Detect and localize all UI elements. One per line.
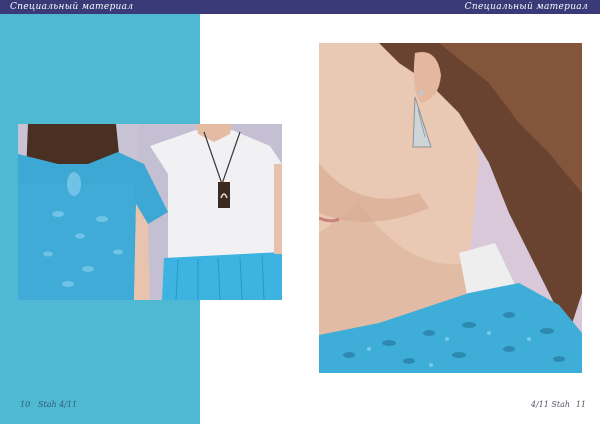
footer-label-left: Stah 4/11 — [38, 400, 78, 409]
footer-label-right: 4/11 Stah — [530, 400, 570, 409]
header-bar: Специальный материал Специальный материа… — [0, 0, 600, 14]
page-number-right: 11 — [575, 400, 586, 409]
photo-earring-closeup — [319, 43, 582, 373]
page-number-left: 10 — [20, 400, 31, 409]
photo-two-models — [18, 124, 282, 300]
header-title-right: Специальный материал — [464, 2, 588, 12]
header-title-left: Специальный материал — [10, 2, 134, 12]
